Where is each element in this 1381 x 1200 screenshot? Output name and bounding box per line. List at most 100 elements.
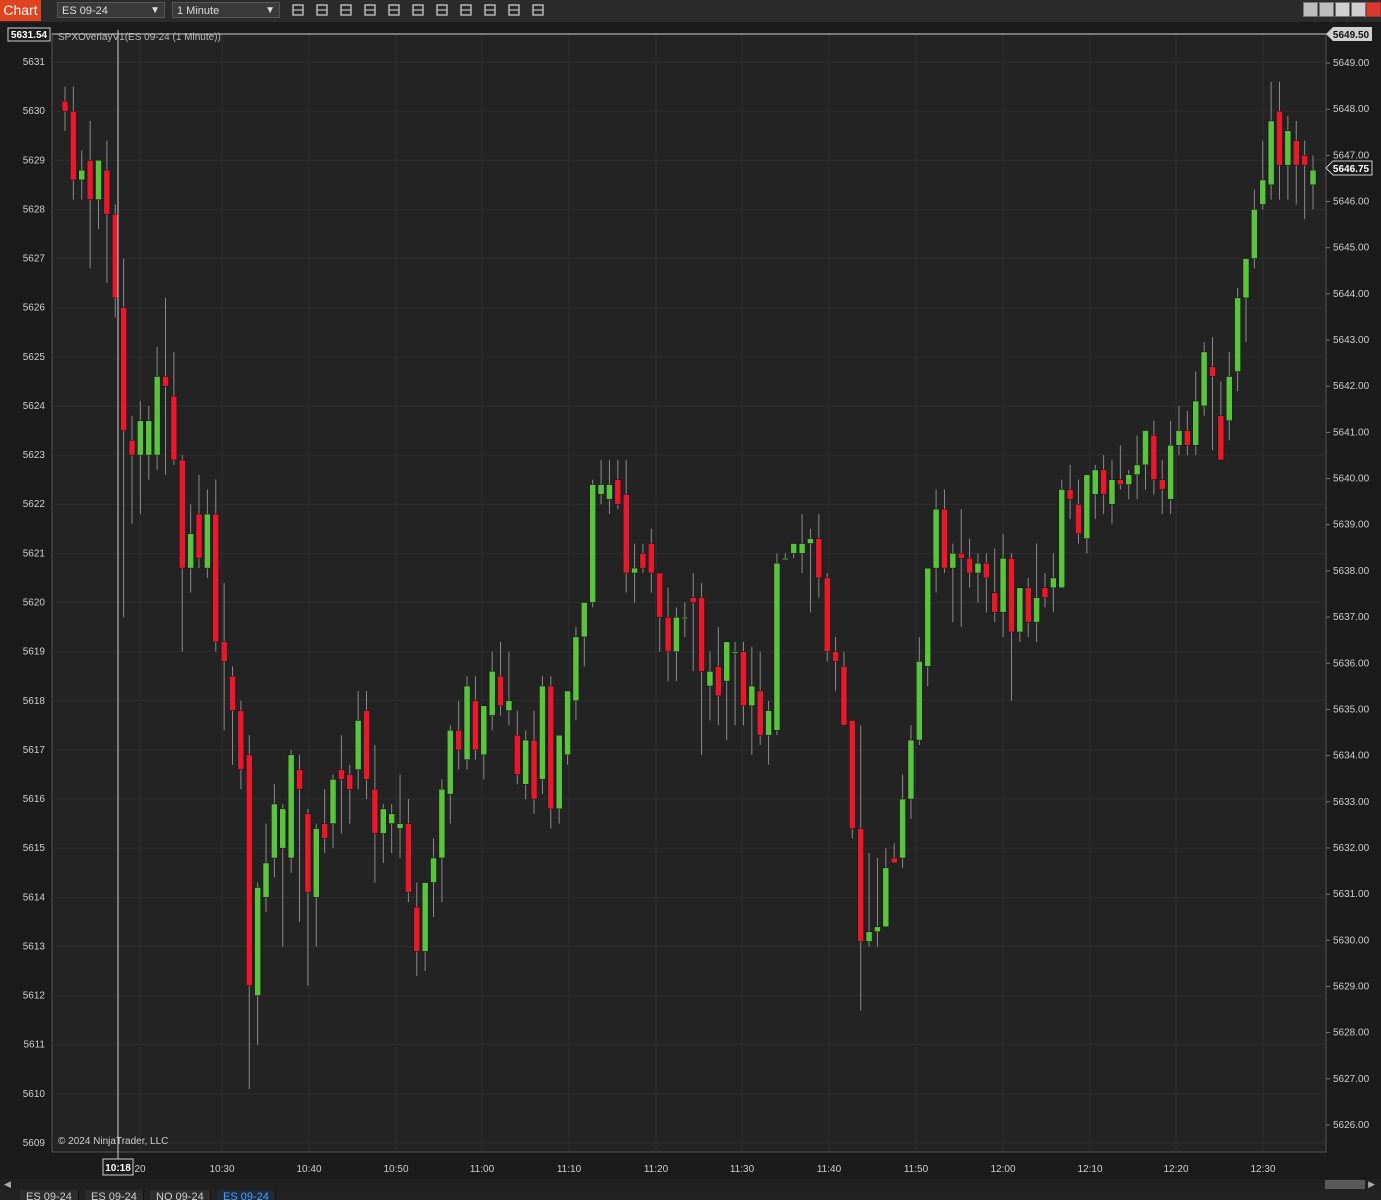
- candle-body: [111, 214, 119, 299]
- tab-1[interactable]: ES 09-24: [20, 1190, 79, 1200]
- left-tick-label: 5628: [23, 204, 46, 215]
- left-tick-label: 5613: [23, 941, 46, 952]
- tile-alt-icon[interactable]: [1319, 2, 1334, 17]
- indicator-icon[interactable]: [506, 2, 524, 20]
- candle-body: [1276, 110, 1283, 166]
- chart-badge[interactable]: Chart: [0, 0, 41, 21]
- candle-body: [865, 931, 873, 942]
- properties-icon[interactable]: [458, 2, 476, 20]
- candle-body: [664, 616, 672, 652]
- candle-body: [488, 671, 496, 716]
- x-tick-label: 11:40: [817, 1164, 842, 1175]
- strategies-icon[interactable]: [482, 2, 500, 20]
- tile-icon[interactable]: [1303, 2, 1318, 17]
- chart-area[interactable]: 5609 5610 5611 5612 5613 5614 5615 5616 5617 5618…: [0, 22, 1381, 1179]
- candle-body: [1041, 587, 1049, 598]
- time-marker: 10:18: [105, 1163, 131, 1174]
- scroll-thumb[interactable]: [1325, 1180, 1365, 1189]
- right-tick-label: 5632.00: [1333, 843, 1370, 854]
- instrument-select[interactable]: ES 09-24 ▼: [57, 2, 165, 18]
- candle-body: [1200, 351, 1208, 407]
- candle-body: [723, 641, 730, 682]
- scroll-left-icon[interactable]: ◀: [4, 1179, 11, 1190]
- candle-body: [346, 774, 354, 790]
- left-tick-label: 5629: [23, 155, 46, 166]
- candle-body: [254, 887, 261, 996]
- candle-body: [212, 513, 220, 643]
- bars-type-icon[interactable]: [290, 2, 308, 20]
- instrument-value: ES 09-24: [62, 5, 108, 17]
- toolbar: Chart ES 09-24 ▼ 1 Minute ▼: [0, 0, 1381, 23]
- right-tick-label: 5636.00: [1333, 658, 1370, 669]
- candle-body: [237, 710, 245, 770]
- candle-body: [354, 720, 362, 770]
- candle-body: [857, 828, 864, 942]
- crosshair-icon[interactable]: [386, 2, 404, 20]
- candle-body: [338, 769, 345, 780]
- zoom-out-icon[interactable]: [362, 2, 380, 20]
- left-tick-label: 5619: [23, 647, 46, 658]
- data-box-icon[interactable]: [410, 2, 428, 20]
- chart-trader-icon[interactable]: [434, 2, 452, 20]
- candle-body: [849, 720, 856, 829]
- left-tick-label: 5630: [23, 106, 46, 117]
- candle-body: [656, 572, 663, 618]
- candle-body: [1008, 558, 1015, 633]
- x-tick-label: 10:50: [383, 1164, 408, 1175]
- candle-body: [539, 685, 546, 780]
- candle-body: [95, 160, 102, 200]
- candle-body: [614, 479, 622, 505]
- x-tick-label: 12:30: [1250, 1164, 1275, 1175]
- candle-body: [455, 730, 462, 751]
- candle-body: [220, 641, 228, 662]
- candle-body: [631, 567, 638, 574]
- candle-body: [807, 538, 814, 544]
- candle-body: [1167, 445, 1174, 500]
- candle-body: [991, 592, 998, 613]
- candle-body: [983, 562, 990, 579]
- candle-body: [698, 597, 705, 672]
- candle-body: [606, 484, 613, 500]
- x-tick-label: 12:10: [1077, 1164, 1102, 1175]
- candle-body: [1242, 258, 1250, 299]
- tab-4[interactable]: ES 09-24: [217, 1190, 276, 1200]
- scroll-right-icon[interactable]: ▶: [1368, 1179, 1375, 1190]
- minimize-icon[interactable]: [1335, 2, 1350, 17]
- candle-body: [823, 577, 831, 652]
- tab-2[interactable]: ES 09-24: [85, 1190, 144, 1200]
- right-tick-label: 5641.00: [1333, 427, 1370, 438]
- right-tick-label: 5647.00: [1333, 150, 1370, 161]
- horizontal-scrollbar[interactable]: ◀ ▶: [0, 1179, 1381, 1190]
- candle-body: [1024, 587, 1032, 623]
- right-tick-label: 5643.00: [1333, 335, 1370, 346]
- right-tick-label: 5649.00: [1333, 58, 1370, 69]
- x-tick-label: 11:50: [904, 1164, 929, 1175]
- candle-body: [773, 562, 781, 731]
- candle-body: [572, 636, 580, 702]
- left-tick-label: 5609: [23, 1138, 46, 1149]
- candle-body: [120, 307, 127, 431]
- candle-body: [1100, 469, 1107, 495]
- list-icon[interactable]: [530, 2, 548, 20]
- maximize-icon[interactable]: [1351, 2, 1366, 17]
- candle-body: [262, 862, 270, 898]
- candle-body: [1184, 430, 1191, 446]
- candle-body: [1091, 469, 1099, 495]
- zoom-in-icon[interactable]: [338, 2, 356, 20]
- copyright: © 2024 NinjaTrader, LLC: [58, 1136, 168, 1147]
- candle-body: [380, 808, 387, 834]
- candle-body: [941, 508, 948, 569]
- candle-body: [949, 553, 957, 569]
- candle-body: [514, 734, 521, 775]
- candle-body: [246, 754, 253, 987]
- candle-body: [1083, 474, 1091, 539]
- tab-3[interactable]: NQ 09-24: [150, 1190, 211, 1200]
- candle-body: [153, 376, 161, 456]
- candle-body: [1209, 366, 1216, 377]
- close-icon[interactable]: [1366, 2, 1381, 17]
- candle-body: [388, 813, 395, 824]
- right-tick-label: 5628.00: [1333, 1028, 1370, 1039]
- pencil-icon[interactable]: [314, 2, 332, 20]
- left-tick-label: 5616: [23, 794, 46, 805]
- interval-select[interactable]: 1 Minute ▼: [172, 2, 280, 18]
